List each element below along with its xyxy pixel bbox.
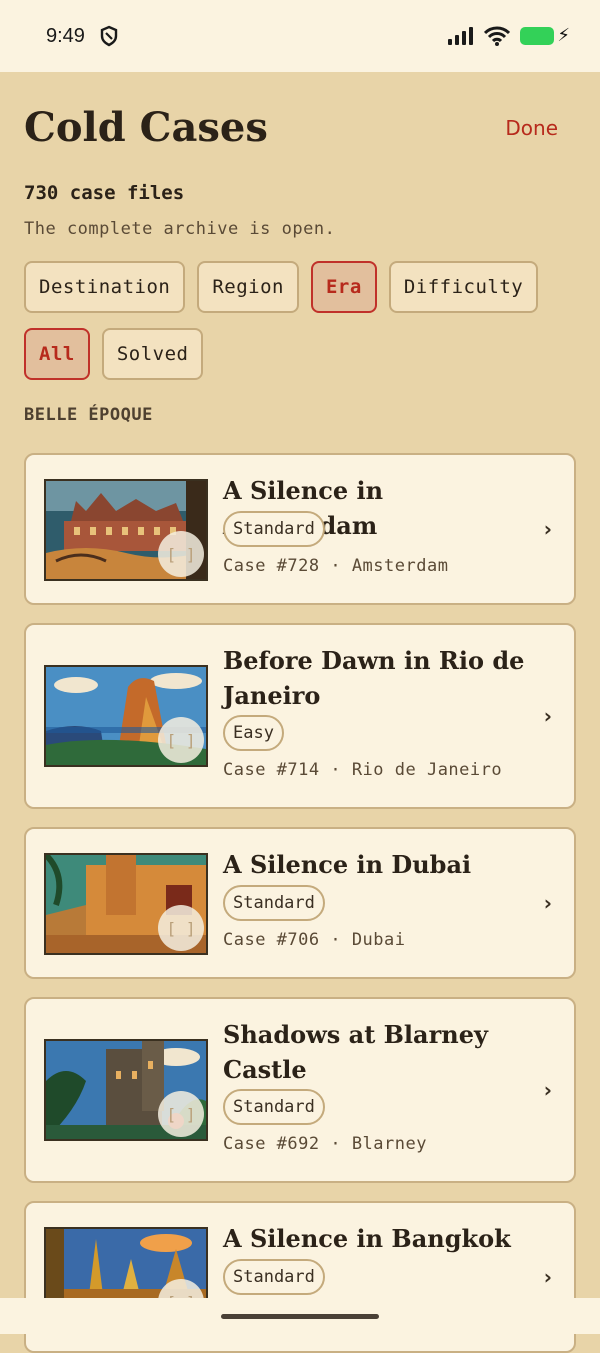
status-time: 9:49	[46, 24, 85, 47]
preview-badge: [ ]	[158, 1091, 204, 1137]
chip-destination[interactable]: Destination	[24, 261, 186, 313]
status-bar: 9:49 ⚡	[0, 0, 600, 72]
chevron-right-icon: ›	[543, 1078, 552, 1102]
case-title: A Silence in Bangkok	[223, 1224, 511, 1253]
difficulty-badge: Easy	[223, 715, 284, 751]
home-indicator[interactable]	[221, 1314, 379, 1319]
case-count: 730 case files	[24, 182, 185, 204]
charging-bolt-icon: ⚡	[557, 25, 570, 46]
case-meta: Case #714 · Rio de Janeiro	[223, 760, 503, 780]
difficulty-badge: Standard	[223, 511, 325, 547]
chip-all[interactable]: All	[24, 328, 90, 380]
chip-region[interactable]: Region	[197, 261, 299, 313]
case-card[interactable]: [ ] A Silence in Amsterdam Standard Case…	[24, 453, 576, 605]
case-card[interactable]: [ ] A Silence in Dubai Standard Case #70…	[24, 827, 576, 979]
preview-badge: [ ]	[158, 717, 204, 763]
case-meta: Case #706 · Dubai	[223, 930, 406, 950]
case-meta: Case #728 · Amsterdam	[223, 556, 449, 576]
chevron-right-icon: ›	[543, 891, 552, 915]
header: Cold Cases Done	[24, 100, 576, 156]
sort-chip-row: Destination Region Era Difficulty	[24, 261, 539, 313]
chevron-right-icon: ›	[543, 704, 552, 728]
case-card[interactable]: [ ] Shadows at Blarney Castle Standard C…	[24, 997, 576, 1183]
page-title: Cold Cases	[24, 104, 268, 151]
chevron-right-icon: ›	[543, 517, 552, 541]
archive-subtitle: The complete archive is open.	[24, 219, 336, 239]
case-card[interactable]: [ ] Before Dawn in Rio de Janeiro Easy C…	[24, 623, 576, 809]
cellular-signal-icon	[448, 27, 473, 45]
chip-solved[interactable]: Solved	[101, 328, 204, 380]
battery-icon: ⚡	[520, 25, 570, 46]
preview-badge: [ ]	[158, 531, 204, 577]
filter-chip-row: All Solved	[24, 328, 204, 380]
chevron-right-icon: ›	[543, 1265, 552, 1289]
preview-badge: [ ]	[158, 905, 204, 951]
difficulty-badge: Standard	[223, 1259, 325, 1295]
bottom-bar	[0, 1298, 600, 1334]
section-header: BELLE ÉPOQUE	[24, 405, 153, 425]
case-title: Shadows at Blarney Castle	[223, 1020, 488, 1084]
chip-era[interactable]: Era	[310, 261, 377, 313]
case-title: Before Dawn in Rio de Janeiro	[223, 646, 525, 710]
wifi-icon	[484, 26, 510, 46]
shield-icon	[100, 25, 118, 47]
chip-difficulty[interactable]: Difficulty	[388, 261, 539, 313]
difficulty-badge: Standard	[223, 1089, 325, 1125]
difficulty-badge: Standard	[223, 885, 325, 921]
case-meta: Case #692 · Blarney	[223, 1134, 427, 1154]
status-icons: ⚡	[448, 25, 570, 46]
case-title: A Silence in Dubai	[223, 850, 472, 879]
done-button[interactable]: Done	[505, 116, 558, 140]
